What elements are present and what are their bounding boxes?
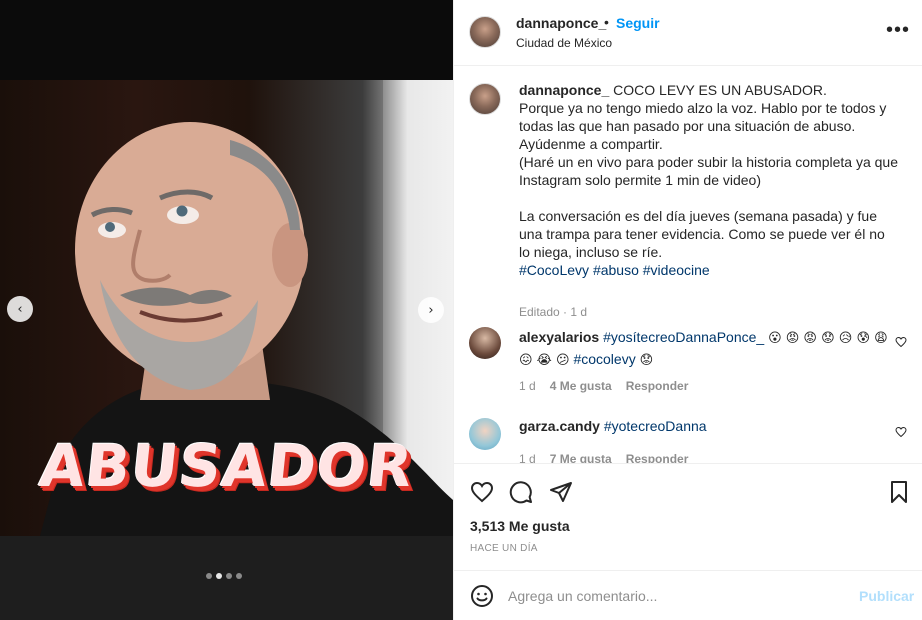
post-photo: ABUSADOR (0, 80, 453, 536)
comment-body: alexyalarios #yosítecreoDannaPonce_ 😮 😡 … (519, 327, 889, 371)
comment-body: garza.candy #yotecreoDanna (519, 416, 889, 436)
carousel-dot (226, 573, 232, 579)
hashtag-link[interactable]: #yotecreoDanna (604, 418, 707, 434)
author-username[interactable]: dannaponce_ (516, 15, 606, 31)
hashtag-link[interactable]: #abuso (593, 262, 639, 278)
commenter-username[interactable]: alexyalarios (519, 329, 599, 345)
post-media: ABUSADOR ‹ › (0, 0, 453, 620)
comment-time[interactable]: 1 d (519, 452, 536, 463)
instagram-post: ABUSADOR ‹ › dannaponce_ • Seguir Ciudad… (0, 0, 922, 620)
carousel-dot (206, 573, 212, 579)
follow-button[interactable]: Seguir (616, 15, 660, 31)
author-avatar[interactable] (469, 16, 501, 48)
heart-icon[interactable] (470, 480, 494, 504)
comment-emojis: 😟 (639, 353, 654, 368)
hashtag-link[interactable]: #CocoLevy (519, 262, 589, 278)
carousel-dot (216, 573, 222, 579)
publish-button[interactable]: Publicar (859, 588, 914, 604)
comments-list[interactable]: dannaponce_ COCO LEVY ES UN ABUSADOR. Po… (454, 67, 922, 463)
comment-likes[interactable]: 7 Me gusta (550, 452, 612, 463)
bookmark-icon[interactable] (887, 480, 911, 504)
comment-emojis: 😖 😭 😕 (519, 353, 570, 368)
more-horizontal-icon[interactable]: ••• (886, 20, 910, 40)
header-separator: • (604, 14, 609, 30)
heart-icon[interactable] (895, 336, 907, 348)
caption-avatar[interactable] (469, 83, 501, 115)
post-location[interactable]: Ciudad de México (516, 36, 612, 50)
caption-meta: Editado · 1 d (519, 305, 588, 319)
hashtag-link[interactable]: #videocine (643, 262, 710, 278)
carousel-next-button[interactable]: › (418, 297, 444, 323)
commenter-avatar[interactable] (469, 418, 501, 450)
post-header: dannaponce_ • Seguir Ciudad de México ••… (454, 0, 922, 66)
hashtag-link[interactable]: #yosítecreoDannaPonce_ (603, 329, 764, 345)
reply-button[interactable]: Responder (626, 452, 689, 463)
heart-icon[interactable] (895, 426, 907, 438)
caption-body: COCO LEVY ES UN ABUSADOR. Porque ya no t… (519, 82, 898, 260)
caption-text: dannaponce_ COCO LEVY ES UN ABUSADOR. Po… (519, 81, 899, 279)
comment-input[interactable] (508, 585, 828, 607)
hashtag-link[interactable]: #cocolevy (573, 351, 635, 367)
comment-meta: 1 d 4 Me gusta Responder (519, 379, 688, 393)
comment-meta: 1 d 7 Me gusta Responder (519, 452, 688, 463)
comment-emojis: 😮 😡 😡 😟 😥 😰 😩 (768, 331, 888, 346)
post-sidebar: dannaponce_ • Seguir Ciudad de México ••… (453, 0, 922, 620)
reply-button[interactable]: Responder (626, 379, 689, 393)
commenter-avatar[interactable] (469, 327, 501, 359)
comment-time[interactable]: 1 d (519, 379, 536, 393)
overlay-headline: ABUSADOR (36, 432, 417, 500)
share-icon[interactable] (549, 480, 573, 504)
media-top-band (0, 0, 453, 80)
comment-likes[interactable]: 4 Me gusta (550, 379, 612, 393)
carousel-indicator (206, 573, 242, 579)
emoji-icon[interactable] (470, 584, 494, 608)
post-time[interactable]: Hace un día (470, 543, 538, 554)
caption-hashtags: #CocoLevy #abuso #videocine (519, 262, 710, 278)
post-actions: 3,513 Me gusta Hace un día (454, 463, 922, 570)
likes-label: Me gusta (505, 518, 570, 534)
caption-username[interactable]: dannaponce_ (519, 82, 609, 98)
commenter-username[interactable]: garza.candy (519, 418, 600, 434)
chevron-left-icon: ‹ (17, 301, 23, 317)
chevron-right-icon: › (428, 302, 434, 318)
add-comment-bar: Publicar (454, 570, 922, 620)
likes-number: 3,513 (470, 518, 506, 534)
likes-count[interactable]: 3,513 Me gusta (470, 518, 570, 534)
carousel-dot (236, 573, 242, 579)
comment-icon[interactable] (509, 480, 533, 504)
carousel-prev-button[interactable]: ‹ (7, 296, 33, 322)
